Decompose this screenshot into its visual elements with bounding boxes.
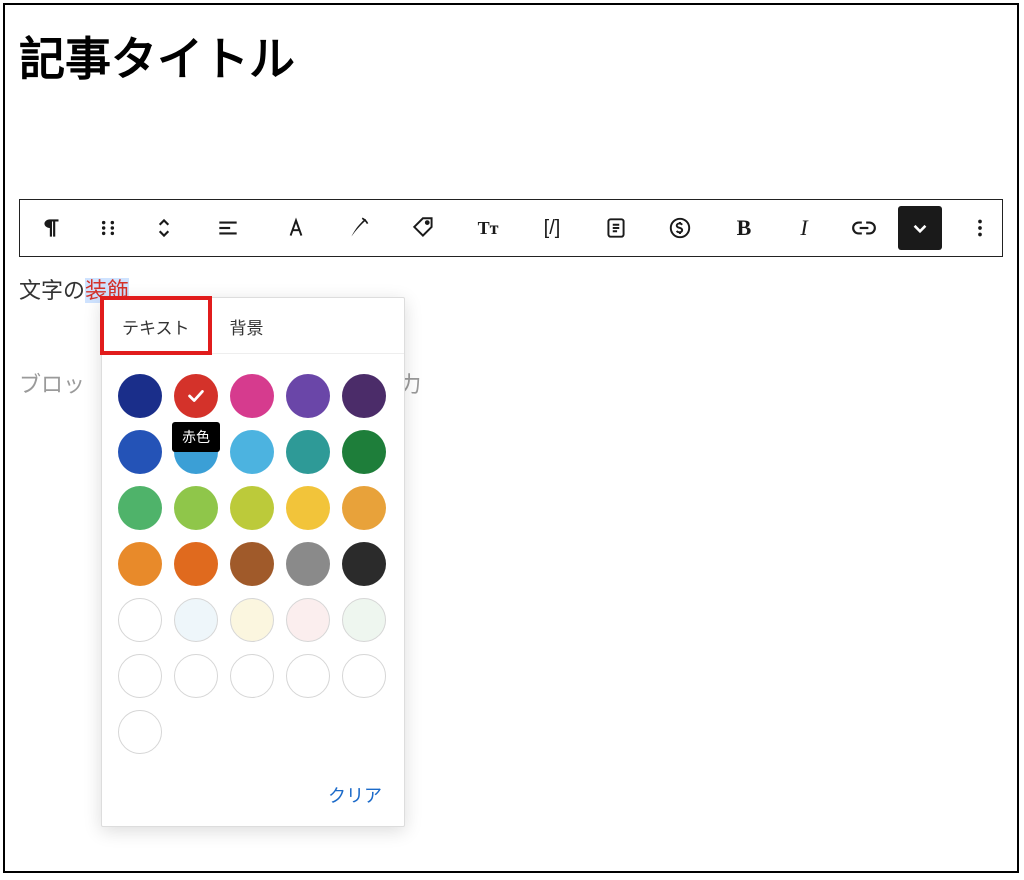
tag-icon[interactable] [394,202,454,254]
swatch-brown[interactable] [230,542,274,586]
clear-row: クリア [102,760,404,816]
options-icon[interactable] [954,202,1006,254]
shortcode-icon[interactable]: [/] [522,202,582,254]
tab-background[interactable]: 背景 [210,298,284,353]
swatch-orange[interactable] [118,542,162,586]
swatch-pale-green[interactable] [342,598,386,642]
swatch-empty-4[interactable] [286,654,330,698]
swatch-empty-2[interactable] [174,654,218,698]
color-popover: テキスト 背景 赤色 クリア [101,297,405,827]
paragraph-prefix: 文字の [19,278,85,303]
swatch-dark-orange[interactable] [174,542,218,586]
swatch-lime[interactable] [174,486,218,530]
toolbar-group-options [948,200,1012,256]
align-icon[interactable] [202,202,254,254]
more-dropdown-button[interactable] [898,206,942,250]
link-button[interactable] [834,202,894,254]
toolbar-group-block [20,200,196,256]
swatch-pale-yellow[interactable] [230,598,274,642]
swatch-black[interactable] [342,542,386,586]
clear-button[interactable]: クリア [328,786,382,806]
swatch-purple[interactable] [286,374,330,418]
swatch-green[interactable] [118,486,162,530]
move-updown-icon[interactable] [138,202,190,254]
highlight-icon[interactable] [330,202,390,254]
paragraph-block-icon[interactable] [26,202,78,254]
swatch-blue[interactable] [118,430,162,474]
swatch-white[interactable] [118,598,162,642]
swatch-gold[interactable] [342,486,386,530]
drag-handle-icon[interactable] [82,202,134,254]
font-size-icon[interactable]: Tт [458,202,518,254]
note-icon[interactable] [586,202,646,254]
swatch-empty-5[interactable] [342,654,386,698]
editor-content[interactable]: 文字の装飾 ブロッ 力 テキスト 背景 赤色 クリア [19,273,1003,305]
check-icon [174,374,218,418]
toolbar-group-align [196,200,260,256]
placeholder-left: ブロッ [19,372,85,397]
editor-frame: 記事タイトル [3,3,1019,873]
currency-icon[interactable] [650,202,710,254]
swatch-dark-purple[interactable] [342,374,386,418]
swatch-navy[interactable] [118,374,162,418]
swatch-grid: 赤色 [102,354,404,760]
swatch-empty-3[interactable] [230,654,274,698]
swatch-light-blue[interactable] [230,430,274,474]
swatch-tooltip: 赤色 [172,422,220,452]
tab-text[interactable]: テキスト [102,298,210,353]
bold-button[interactable]: B [714,202,774,254]
swatch-pink[interactable] [230,374,274,418]
swatch-pale-pink[interactable] [286,598,330,642]
italic-button[interactable]: I [778,202,830,254]
swatch-gray[interactable] [286,542,330,586]
swatch-empty-1[interactable] [118,654,162,698]
swatch-dark-green[interactable] [342,430,386,474]
toolbar-group-format: Tт [/] B I [260,200,948,256]
swatch-teal[interactable] [286,430,330,474]
post-title[interactable]: 記事タイトル [19,23,1017,89]
swatch-pale-blue[interactable] [174,598,218,642]
swatch-yellow-green[interactable] [230,486,274,530]
color-tabs: テキスト 背景 [102,298,404,354]
swatch-red[interactable]: 赤色 [174,374,218,418]
swatch-yellow[interactable] [286,486,330,530]
swatch-empty-6[interactable] [118,710,162,754]
block-toolbar: Tт [/] B I [19,199,1003,257]
text-color-icon[interactable] [266,202,326,254]
